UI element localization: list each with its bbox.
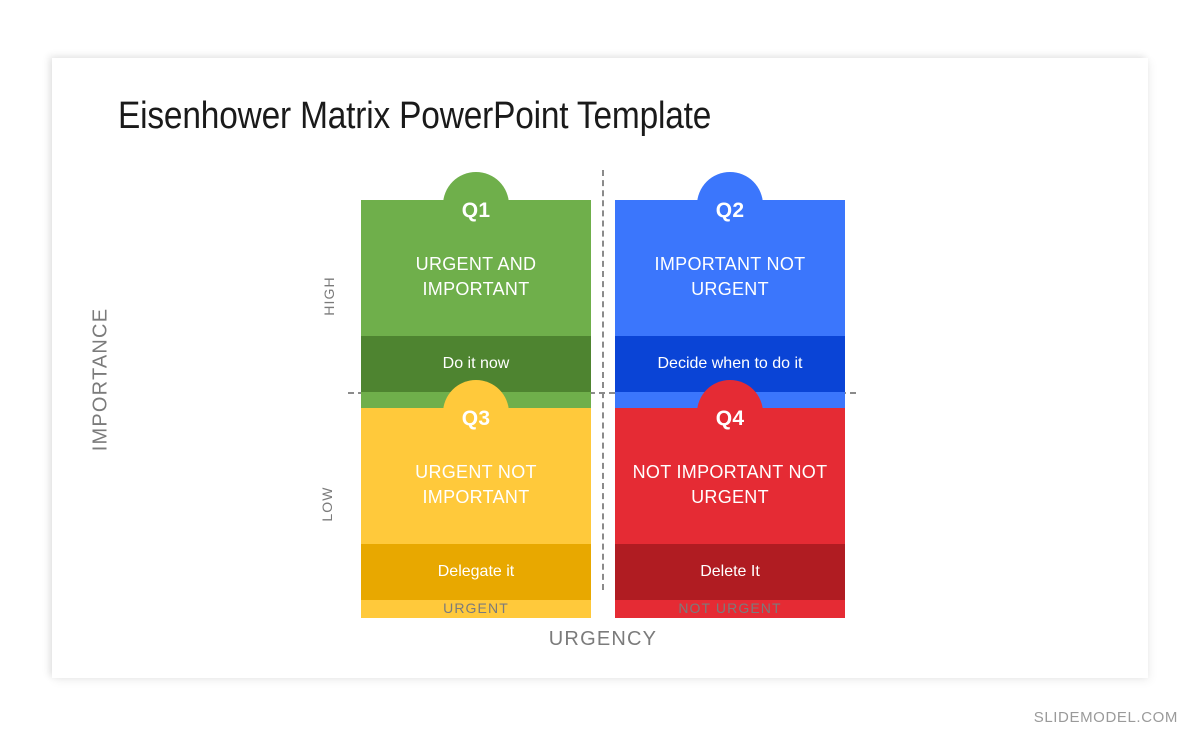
quadrant-q4[interactable]: Q4 NOT IMPORTANT NOT URGENT Delete It [615,380,845,618]
quadrant-q2-heading: IMPORTANT NOT URGENT [654,254,806,299]
slide-card: Eisenhower Matrix PowerPoint Template Q1… [52,58,1148,678]
eisenhower-matrix: Q1 URGENT AND IMPORTANT Do it now Q2 IMP… [52,58,1148,678]
quadrant-q4-body: NOT IMPORTANT NOT URGENT Delete It [615,408,845,618]
quadrant-q2-body: IMPORTANT NOT URGENT Decide when to do i… [615,200,845,410]
y-axis-label-high: HIGH [321,276,337,316]
quadrant-q1-body: URGENT AND IMPORTANT Do it now [361,200,591,410]
x-axis-label-urgent: URGENT [443,600,509,616]
quadrant-q4-heading: NOT IMPORTANT NOT URGENT [632,462,828,507]
quadrant-q2[interactable]: Q2 IMPORTANT NOT URGENT Decide when to d… [615,172,845,410]
quadrant-q4-tab-label: Q4 [715,407,745,430]
quadrant-q1-tab-label: Q1 [461,199,491,222]
y-axis-label-low: LOW [319,486,335,522]
quadrant-q3-tab-label: Q3 [461,407,491,430]
x-axis-label-not-urgent: NOT URGENT [678,600,782,616]
quadrant-q4-action: Delete It [615,544,845,600]
quadrant-q1[interactable]: Q1 URGENT AND IMPORTANT Do it now [361,172,591,410]
quadrant-q2-tab-label: Q2 [715,199,745,222]
x-axis-title: URGENCY [548,628,658,650]
y-axis-title: IMPORTANCE [89,307,112,452]
matrix-vertical-divider [602,170,604,590]
quadrant-q3-body: URGENT NOT IMPORTANT Delegate it [361,408,591,618]
watermark: SLIDEMODEL.COM [1033,709,1178,726]
quadrant-q1-tab: Q1 [443,172,509,228]
quadrant-q3-heading: URGENT NOT IMPORTANT [415,462,537,507]
quadrant-q1-heading: URGENT AND IMPORTANT [415,254,537,299]
quadrant-q3[interactable]: Q3 URGENT NOT IMPORTANT Delegate it [361,380,591,618]
quadrant-q3-action: Delegate it [361,544,591,600]
quadrant-q2-tab: Q2 [697,172,763,228]
